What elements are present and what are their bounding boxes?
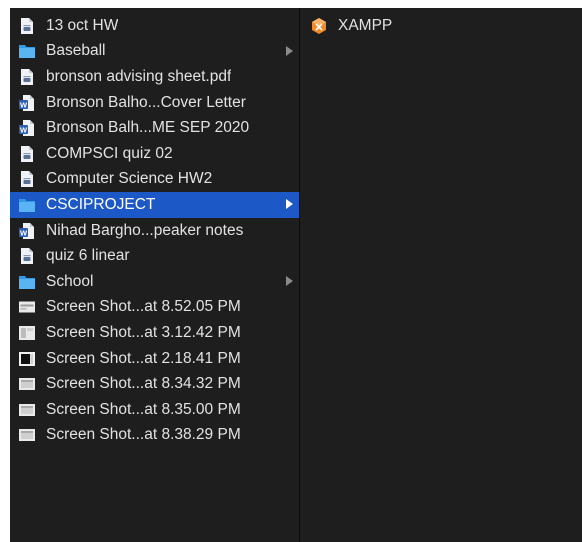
screenshot-icon	[18, 401, 36, 419]
list-item[interactable]: quiz 6 linear	[10, 243, 299, 269]
left-column[interactable]: 13 oct HW Baseball bronson advising shee…	[10, 8, 300, 542]
list-item[interactable]: COMPSCI quiz 02	[10, 141, 299, 167]
screenshot-icon	[18, 375, 36, 393]
document-icon	[18, 17, 36, 35]
item-label: 13 oct HW	[46, 16, 119, 34]
screenshot-icon	[18, 298, 36, 316]
svg-text:W: W	[20, 126, 28, 135]
list-item[interactable]: School	[10, 269, 299, 295]
item-label: Bronson Balh...ME SEP 2020	[46, 119, 250, 137]
item-label: COMPSCI quiz 02	[46, 144, 173, 162]
item-label: CSCIPROJECT	[46, 195, 156, 213]
screenshot-icon	[18, 324, 36, 342]
folder-icon	[18, 42, 36, 60]
list-item[interactable]: W Bronson Balho...Cover Letter	[10, 90, 299, 116]
svg-text:W: W	[20, 100, 28, 109]
item-label: Bronson Balho...Cover Letter	[46, 93, 246, 111]
item-label: Screen Shot...at 2.18.41 PM	[46, 349, 241, 367]
item-label: Screen Shot...at 8.52.05 PM	[46, 298, 241, 316]
word-document-icon: W	[18, 222, 36, 240]
svg-text:W: W	[20, 228, 28, 237]
chevron-right-icon	[286, 45, 293, 56]
list-item[interactable]: W Bronson Balh...ME SEP 2020	[10, 115, 299, 141]
chevron-right-icon	[286, 199, 293, 210]
item-label: bronson advising sheet.pdf	[46, 67, 232, 85]
right-column[interactable]: XAMPP	[300, 8, 582, 542]
finder-column-view: 13 oct HW Baseball bronson advising shee…	[10, 8, 582, 542]
item-label: quiz 6 linear	[46, 247, 130, 265]
item-label: XAMPP	[338, 16, 393, 34]
list-item[interactable]: Screen Shot...at 3.12.42 PM	[10, 320, 299, 346]
word-document-icon: W	[18, 119, 36, 137]
item-label: Screen Shot...at 8.35.00 PM	[46, 400, 241, 418]
list-item[interactable]: Baseball	[10, 39, 299, 65]
list-item[interactable]: bronson advising sheet.pdf	[10, 64, 299, 90]
screenshot-icon	[18, 350, 36, 368]
item-label: School	[46, 272, 94, 290]
list-item[interactable]: XAMPP	[300, 13, 582, 39]
word-document-icon: W	[18, 94, 36, 112]
list-item[interactable]: Screen Shot...at 8.34.32 PM	[10, 371, 299, 397]
document-icon	[18, 247, 36, 265]
list-item[interactable]: Computer Science HW2	[10, 167, 299, 193]
chevron-right-icon	[286, 275, 293, 286]
folder-icon	[18, 196, 36, 214]
screenshot-icon	[18, 426, 36, 444]
item-label: Screen Shot...at 8.38.29 PM	[46, 426, 241, 444]
item-label: Computer Science HW2	[46, 170, 213, 188]
item-label: Baseball	[46, 42, 106, 60]
list-item[interactable]: 13 oct HW	[10, 13, 299, 39]
list-item[interactable]: Screen Shot...at 8.38.29 PM	[10, 423, 299, 449]
list-item[interactable]: Screen Shot...at 8.35.00 PM	[10, 397, 299, 423]
list-item-selected[interactable]: CSCIPROJECT	[10, 192, 299, 218]
item-label: Screen Shot...at 3.12.42 PM	[46, 323, 241, 341]
item-label: Nihad Bargho...peaker notes	[46, 221, 244, 239]
list-item[interactable]: Screen Shot...at 2.18.41 PM	[10, 346, 299, 372]
list-item[interactable]: Screen Shot...at 8.52.05 PM	[10, 295, 299, 321]
document-icon	[18, 145, 36, 163]
list-item[interactable]: W Nihad Bargho...peaker notes	[10, 218, 299, 244]
document-icon	[18, 68, 36, 86]
document-icon	[18, 170, 36, 188]
folder-icon	[18, 273, 36, 291]
item-label: Screen Shot...at 8.34.32 PM	[46, 375, 241, 393]
xampp-app-icon	[310, 17, 328, 35]
